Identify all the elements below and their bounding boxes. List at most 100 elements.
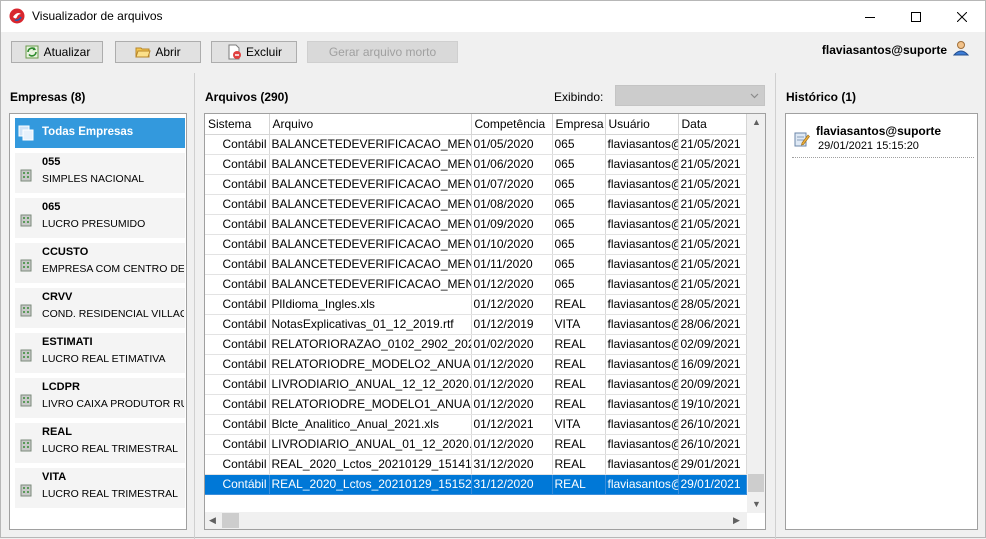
historico-entry[interactable]: flaviasantos@suporte 29/01/2021 15:15:20 <box>792 122 974 158</box>
cell-arquivo: BALANCETEDEVERIFICACAO_MENSAL <box>269 234 472 255</box>
column-header-sistema[interactable]: Sistema <box>205 114 270 135</box>
table-row[interactable]: Contábil PlIdioma_Ingles.xls 01/12/2020 REA… <box>205 294 747 315</box>
column-header-usuario[interactable]: Usuário <box>605 114 679 135</box>
cell-sistema: Contábil <box>205 454 270 475</box>
cell-usuario: flaviasantos@suporte <box>605 434 679 455</box>
scroll-left-icon[interactable]: ◀ <box>209 515 216 526</box>
cell-arquivo: BALANCETEDEVERIFICACAO_MENSAL <box>269 254 472 275</box>
empresa-code: CRVV <box>42 291 73 303</box>
column-header-data[interactable]: Data <box>678 114 747 135</box>
table-row[interactable]: ContábilBALANCETEDEVERIFICACAO_MENSAL01/… <box>205 154 747 175</box>
vertical-scrollbar[interactable]: ▲ ▼ <box>747 114 765 513</box>
empresa-desc: LUCRO REAL ETIMATIVA <box>42 353 166 365</box>
column-header-competencia[interactable]: Competência <box>471 114 553 135</box>
table-row[interactable]: ContábilBALANCETEDEVERIFICACAO_MENSAL01/… <box>205 174 747 195</box>
empresa-item[interactable]: CCUSTO EMPRESA COM CENTRO DE CUSTO <box>15 243 185 283</box>
table-row[interactable]: ContábilBALANCETEDEVERIFICACAO_MENSAL01/… <box>205 234 747 255</box>
close-icon <box>957 11 967 22</box>
edit-document-icon <box>794 132 810 147</box>
excluir-button[interactable]: Excluir <box>211 41 297 63</box>
empresa-item[interactable]: 065 LUCRO PRESUMIDO <box>15 198 185 238</box>
panel-separator[interactable] <box>775 73 776 539</box>
cell-empresa: REAL <box>552 474 606 495</box>
table-row[interactable]: Contábil RELATORIODRE_MODELO1_ANUAL_1 01/1… <box>205 394 747 415</box>
atualizar-button[interactable]: Atualizar <box>11 41 103 63</box>
historico-user: flaviasantos@suporte <box>816 124 942 138</box>
table-row[interactable]: Contábil Blcte_Analitico_Anual_2021.xls 01… <box>205 414 747 435</box>
arquivos-panel: Arquivos (290) Exibindo: Sistema Arquivo… <box>196 73 773 539</box>
current-user: flaviasantos@suporte <box>821 43 947 57</box>
cell-empresa: REAL <box>552 374 606 395</box>
empresa-code: LCDPR <box>42 381 80 393</box>
abrir-button[interactable]: Abrir <box>115 41 201 63</box>
cell-sistema: Contábil <box>205 414 270 435</box>
empresas-title: Empresas (8) <box>10 90 86 104</box>
building-icon <box>20 394 32 407</box>
atualizar-label: Atualizar <box>43 45 91 59</box>
empresa-code: 055 <box>42 156 61 168</box>
cell-sistema: Contábil <box>205 174 270 195</box>
empresa-item[interactable]: CRVV COND. RESIDENCIAL VILLAGE <box>15 288 185 328</box>
cell-data: 29/01/2021 <box>678 454 747 475</box>
table-row[interactable]: ContábilRELATORIORAZAO_0102_2902_2020_20… <box>205 334 747 355</box>
gerar-arquivo-morto-button[interactable]: Gerar arquivo morto <box>307 41 458 63</box>
open-folder-icon <box>135 47 152 58</box>
table-header-row: Sistema Arquivo Competência Empresa Usuá… <box>205 114 747 135</box>
table-row[interactable]: ContábilBALANCETEDEVERIFICACAO_MENSAL01/… <box>205 134 747 155</box>
cell-sistema: Contábil <box>205 134 270 155</box>
cell-empresa: 065 <box>552 234 606 255</box>
table-row[interactable]: Contábil LIVRODIARIO_ANUAL_12_12_2020.txt… <box>205 374 747 395</box>
empresa-item-todas[interactable]: Todas Empresas <box>15 118 185 148</box>
cell-sistema: Contábil <box>205 214 270 235</box>
horizontal-scroll-thumb[interactable] <box>222 513 239 528</box>
cell-arquivo: BALANCETEDEVERIFICACAO_MENSAL <box>269 154 472 175</box>
minimize-button[interactable] <box>847 1 893 32</box>
table-row[interactable]: ContábilBALANCETEDEVERIFICACAO_MENSAL01/… <box>205 194 747 215</box>
table-row[interactable]: ContábilBALANCETEDEVERIFICACAO_MENSAL01/… <box>205 274 747 295</box>
maximize-button[interactable] <box>893 1 939 32</box>
cell-usuario: flaviasantos@suporte <box>605 214 679 235</box>
cell-usuario: flaviasantos@suporte <box>605 374 679 395</box>
empresas-list: Todas Empresas 055 SIMPLES NACIONAL 065 … <box>9 113 187 530</box>
table-row[interactable]: ContábilREAL_2020_Lctos_20210129_151415.… <box>205 454 747 475</box>
cell-sistema: Contábil <box>205 334 270 355</box>
table-row[interactable]: Contábil NotasExplicativas_01_12_2019.rtf… <box>205 314 747 335</box>
cell-empresa: 065 <box>552 254 606 275</box>
exibindo-select[interactable] <box>615 85 765 106</box>
cell-sistema: Contábil <box>205 474 270 495</box>
cell-competencia: 31/12/2020 <box>471 474 553 495</box>
cell-arquivo: BALANCETEDEVERIFICACAO_MENSAL <box>269 174 472 195</box>
cell-competencia: 01/02/2020 <box>471 334 553 355</box>
empresa-item[interactable]: VITA LUCRO REAL TRIMESTRAL <box>15 468 185 508</box>
empresa-item[interactable]: REAL LUCRO REAL TRIMESTRAL <box>15 423 185 463</box>
building-icon <box>20 484 32 497</box>
panel-separator[interactable] <box>194 73 195 539</box>
table-row[interactable]: ContábilBALANCETEDEVERIFICACAO_MENSAL01/… <box>205 214 747 235</box>
cell-competencia: 01/05/2020 <box>471 134 553 155</box>
cell-sistema: Contábil <box>205 194 270 215</box>
vertical-scroll-thumb[interactable] <box>748 474 764 492</box>
historico-panel: Histórico (1) flaviasantos@suporte 29/01… <box>777 73 985 539</box>
scroll-up-icon[interactable]: ▲ <box>752 117 761 127</box>
empresa-code: 065 <box>42 201 61 213</box>
table-row[interactable]: ContábilBALANCETEDEVERIFICACAO_MENSAL01/… <box>205 254 747 275</box>
column-header-arquivo[interactable]: Arquivo <box>269 114 472 135</box>
column-header-empresa[interactable]: Empresa <box>552 114 606 135</box>
table-row[interactable]: Contábil LIVRODIARIO_ANUAL_01_12_2020.txt… <box>205 434 747 455</box>
cell-competencia: 01/12/2020 <box>471 374 553 395</box>
empresa-code: CCUSTO <box>42 246 89 258</box>
horizontal-scrollbar[interactable]: ◀ ▶ <box>205 512 747 529</box>
table-row[interactable]: ContábilREAL_2020_Lctos_20210129_151520.… <box>205 474 747 495</box>
empresa-item[interactable]: LCDPR LIVRO CAIXA PRODUTOR RURAL <box>15 378 185 418</box>
empresa-item[interactable]: 055 SIMPLES NACIONAL <box>15 153 185 193</box>
cell-arquivo: REAL_2020_Lctos_20210129_151415.xls <box>269 454 472 475</box>
table-row[interactable]: ContábilRELATORIODRE_MODELO2_ANUAL_0101/… <box>205 354 747 375</box>
cell-arquivo: REAL_2020_Lctos_20210129_151520.xls <box>269 474 472 495</box>
empresa-item[interactable]: ESTIMATI LUCRO REAL ETIMATIVA <box>15 333 185 373</box>
close-button[interactable] <box>939 1 985 32</box>
empresa-desc: SIMPLES NACIONAL <box>42 173 145 185</box>
cell-empresa: 065 <box>552 134 606 155</box>
scroll-right-icon[interactable]: ▶ <box>733 515 740 526</box>
cell-empresa: REAL <box>552 334 606 355</box>
scroll-down-icon[interactable]: ▼ <box>752 499 761 509</box>
